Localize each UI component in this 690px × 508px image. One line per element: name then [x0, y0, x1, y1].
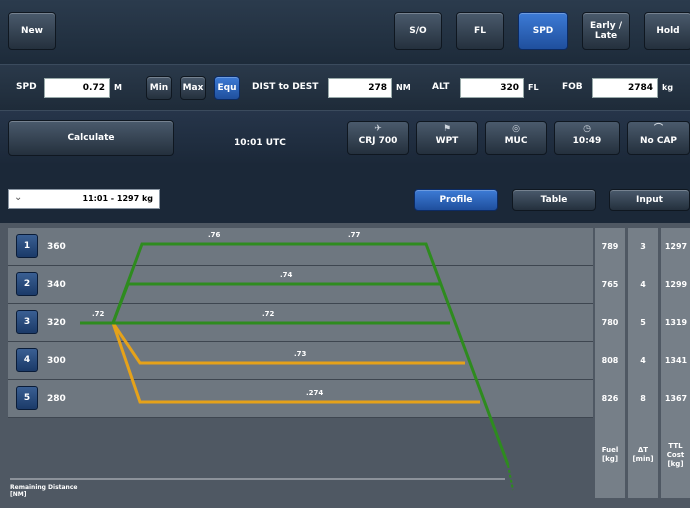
remaining-distance-label: Remaining Distance [NM] — [10, 484, 78, 498]
descent-end — [507, 464, 514, 491]
mach-label: .73 — [294, 350, 307, 358]
mach-label: .72 — [262, 310, 275, 318]
mach-label: .76 — [208, 231, 221, 239]
mach-label: .274 — [306, 389, 324, 397]
mach-label: .77 — [348, 231, 361, 239]
profile-path-fl300 — [111, 322, 465, 365]
profile-lines — [10, 242, 514, 491]
mach-label: .72 — [92, 310, 105, 318]
mach-label: .74 — [280, 271, 293, 279]
profile-path-fl340 — [111, 282, 440, 324]
